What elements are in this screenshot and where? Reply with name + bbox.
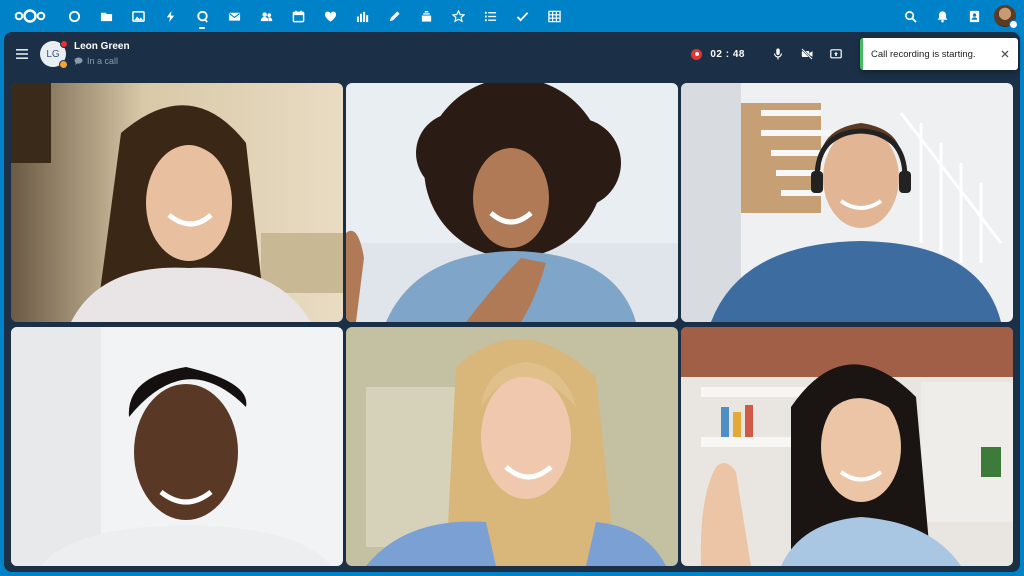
notifications-icon[interactable] <box>926 0 958 32</box>
list-icon[interactable] <box>474 0 506 32</box>
video-tile[interactable] <box>346 327 678 566</box>
recording-timer[interactable]: 02 : 48 <box>691 48 745 60</box>
camera-off-icon[interactable] <box>792 40 821 69</box>
participant-video <box>11 327 343 566</box>
call-view: LG Leon Green In a call 02 : 48 Call rec… <box>4 32 1020 572</box>
conversation-info: Leon Green In a call <box>74 41 130 67</box>
conversation-name: Leon Green <box>74 41 130 52</box>
chat-bubble-icon <box>74 57 83 65</box>
video-tile[interactable] <box>681 327 1013 566</box>
files-icon[interactable] <box>90 0 122 32</box>
app-menu <box>58 0 570 32</box>
video-tile[interactable] <box>11 327 343 566</box>
toast-notification: Call recording is starting. <box>860 38 1018 70</box>
video-tile[interactable] <box>681 83 1013 322</box>
video-tile[interactable] <box>346 83 678 322</box>
participant-video <box>346 327 678 566</box>
calendar-icon[interactable] <box>282 0 314 32</box>
participant-video <box>11 83 343 322</box>
participant-video <box>681 83 1013 322</box>
microphone-icon[interactable] <box>763 40 792 69</box>
heart-icon[interactable] <box>314 0 346 32</box>
conversation-status: In a call <box>74 55 130 67</box>
app-header <box>0 0 1024 32</box>
call-duration: 02 : 48 <box>710 48 745 60</box>
menu-icon[interactable] <box>4 36 40 72</box>
activity-icon[interactable] <box>154 0 186 32</box>
record-icon <box>691 48 703 60</box>
video-tile[interactable] <box>11 83 343 322</box>
screen-share-icon[interactable] <box>821 40 850 69</box>
photos-icon[interactable] <box>122 0 154 32</box>
mail-icon[interactable] <box>218 0 250 32</box>
dashboard-icon[interactable] <box>58 0 90 32</box>
search-icon[interactable] <box>894 0 926 32</box>
away-status-icon <box>59 60 68 69</box>
analytics-icon[interactable] <box>346 0 378 32</box>
conversation-status-text: In a call <box>87 56 119 66</box>
recording-indicator-icon <box>60 40 68 48</box>
tasks-icon[interactable] <box>506 0 538 32</box>
participant-video <box>681 327 1013 566</box>
contacts-menu-icon[interactable] <box>958 0 990 32</box>
contacts-icon[interactable] <box>250 0 282 32</box>
participant-video <box>346 83 678 322</box>
user-avatar[interactable] <box>994 5 1018 29</box>
video-grid <box>11 83 1013 569</box>
header-right <box>894 0 1018 32</box>
avatar-initials: LG <box>46 48 60 60</box>
toast-message: Call recording is starting. <box>871 48 976 60</box>
edit-icon[interactable] <box>378 0 410 32</box>
talk-icon[interactable] <box>186 0 218 32</box>
close-icon[interactable] <box>992 41 1018 67</box>
conversation-avatar[interactable]: LG <box>40 40 68 69</box>
user-status-icon <box>1009 20 1018 29</box>
nextcloud-logo-icon[interactable] <box>10 6 50 26</box>
deck-icon[interactable] <box>410 0 442 32</box>
starred-icon[interactable] <box>442 0 474 32</box>
tables-icon[interactable] <box>538 0 570 32</box>
